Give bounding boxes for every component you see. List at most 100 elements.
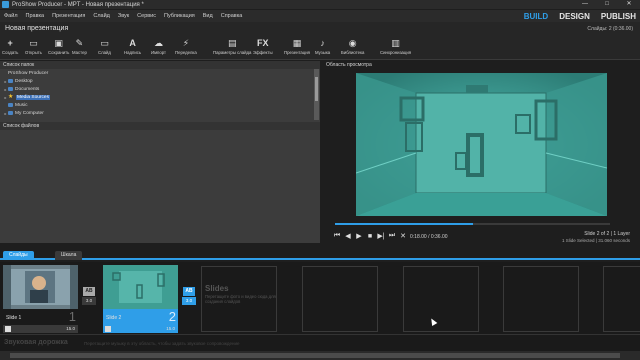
folder-item[interactable]: ▸ Desktop — [0, 77, 320, 85]
preview-header: Область просмотра — [323, 61, 640, 69]
menu-show[interactable]: Презентация — [48, 13, 89, 19]
mode-switcher: BUILD DESIGN PUBLISH — [524, 10, 636, 22]
menu-audio[interactable]: Звук — [114, 13, 133, 19]
minimize-button[interactable]: — — [574, 0, 596, 9]
menu-view[interactable]: Вид — [199, 13, 217, 19]
menu-slide[interactable]: Слайд — [89, 13, 114, 19]
close-button[interactable]: ✕ — [618, 0, 640, 9]
toolbar-label: Создать — [2, 50, 19, 55]
slide-card-2[interactable]: Slide 2 2 15.0 — [103, 265, 178, 333]
music-icon: ♪ — [320, 38, 325, 48]
folder-label: ProShow Producer — [8, 70, 49, 76]
slides-hint-title: Slides — [205, 284, 229, 293]
slide-duration-2[interactable]: 15.0 — [166, 326, 175, 331]
transition-duration-1[interactable]: 3.0 — [82, 297, 96, 305]
mode-build[interactable]: BUILD — [524, 12, 548, 21]
menu-publish[interactable]: Публикация — [160, 13, 199, 19]
toolbar-slide-options-button[interactable]: ▤ Параметры слайда — [213, 37, 251, 56]
wizard-icon: ✎ — [75, 37, 84, 48]
toolbar-remix-button[interactable]: ⚡ Переделка — [175, 37, 197, 56]
soundtrack-hint: Перетащите музыку в эту область, чтобы з… — [84, 341, 240, 346]
toolbar-effects-button[interactable]: FX Эффекты — [253, 37, 273, 55]
toolbar-new-button[interactable]: + Создать — [2, 37, 18, 55]
folder-label: Desktop — [15, 78, 33, 84]
tab-timeline[interactable]: Шкала — [55, 251, 83, 260]
new-icon: + — [7, 38, 13, 48]
toolbar-library-button[interactable]: ◉ Библиотека — [341, 37, 364, 56]
slide-duration-bar-1: 15.0 — [3, 325, 78, 333]
title-bar: ProShow Producer - MPT - Новая презентац… — [0, 0, 640, 9]
mode-design[interactable]: DESIGN — [559, 12, 590, 21]
toolbar-wizard-button[interactable]: ✎ Мастер — [72, 37, 87, 56]
folder-item[interactable]: ▸ ★ Media Sources — [0, 93, 320, 101]
mode-publish[interactable]: PUBLISH — [601, 12, 636, 21]
folder-tree: ProShow Producer ▸ Desktop ▸ Documents ▸ ★ Medi… — [0, 69, 320, 117]
step-back-icon[interactable]: ◀ — [344, 232, 352, 240]
empty-slide-slot[interactable] — [603, 266, 640, 332]
menu-file[interactable]: Файл — [0, 13, 22, 19]
menu-help[interactable]: Справка — [217, 13, 247, 19]
toolbar-label: Синхронизация — [380, 50, 412, 55]
skip-end-icon[interactable]: ⏭ — [388, 232, 396, 240]
progress-fill — [335, 223, 473, 225]
show-options-icon: ▦ — [292, 37, 302, 48]
soundtrack-area[interactable]: Звуковая дорожка Перетащите музыку в эту… — [0, 334, 640, 351]
caption-icon: A — [129, 38, 136, 48]
empty-slide-slot[interactable] — [403, 266, 479, 332]
toolbar-label: Сохранить — [48, 50, 70, 55]
toolbar: + Создать ▭ Открыть ▣ Сохранить ✎ Мастер ▭ Слайд A… — [0, 36, 640, 60]
toolbar-slide-button[interactable]: ▭ Слайд — [98, 37, 111, 56]
folder-item[interactable]: ▸ My Computer — [0, 109, 320, 117]
playback-progress[interactable] — [335, 223, 610, 225]
toolbar-sync-button[interactable]: ▥ Синхронизация — [380, 37, 412, 56]
timeline-tabs: Слайды Шкала — [0, 250, 640, 260]
slides-drop-hint: Slides Перетащите фото и видео сюда для … — [205, 284, 277, 304]
toolbar-label: Импорт — [151, 50, 167, 55]
slide-number-2: 2 — [168, 309, 176, 324]
transition-2[interactable]: AB 3.0 — [182, 287, 196, 307]
fullscreen-icon[interactable]: ✕ — [399, 232, 407, 240]
slide-name-2: Slide 2 — [106, 315, 122, 321]
skip-start-icon[interactable]: ⏮ — [333, 232, 341, 240]
maximize-button[interactable]: □ — [596, 0, 618, 9]
effects-icon: FX — [257, 38, 269, 48]
slides-hint-text: Перетащите фото и видео сюда для создани… — [205, 294, 276, 304]
menu-edit[interactable]: Правка — [22, 13, 49, 19]
toolbar-label: Слайд — [98, 50, 111, 55]
slide-number-1: 1 — [68, 309, 76, 324]
play-icon[interactable]: ▶ — [355, 232, 363, 240]
toolbar-open-button[interactable]: ▭ Открыть — [25, 37, 42, 56]
stop-icon[interactable]: ■ — [366, 233, 374, 240]
folder-scrollbar[interactable] — [314, 69, 319, 120]
empty-slide-slot[interactable] — [302, 266, 378, 332]
empty-slide-slot[interactable] — [503, 266, 579, 332]
toolbar-import-button[interactable]: ☁ Импорт — [151, 37, 167, 56]
menu-tools[interactable]: Сервис — [133, 13, 160, 19]
tab-slides[interactable]: Слайды — [3, 251, 34, 260]
folder-icon — [8, 111, 13, 115]
horizontal-scrollbar[interactable] — [0, 351, 640, 360]
toolbar-music-button[interactable]: ♪ Музыка — [315, 37, 330, 55]
folder-item[interactable]: ProShow Producer — [0, 69, 320, 77]
selection-info: 1 Slide Selected | 31.060 seconds — [562, 238, 630, 243]
scroll-thumb[interactable] — [10, 353, 620, 358]
file-list-pane: Список файлов — [0, 122, 320, 243]
slide-play-icon[interactable] — [5, 326, 11, 332]
file-list-header: Список файлов — [0, 122, 320, 130]
toolbar-save-button[interactable]: ▣ Сохранить — [48, 37, 70, 56]
app-icon — [2, 1, 9, 8]
toolbar-show-options-button[interactable]: ▦ Презентация — [284, 37, 310, 56]
folder-item[interactable]: Music — [0, 101, 320, 109]
step-forward-icon[interactable]: ▶| — [377, 232, 385, 240]
preview-frame[interactable] — [356, 73, 607, 216]
folder-item[interactable]: ▸ Documents — [0, 85, 320, 93]
slide-duration-1[interactable]: 15.0 — [66, 326, 75, 331]
slide-card-1[interactable]: Slide 1 1 15.0 — [3, 265, 78, 333]
slide-duration-bar-2: 15.0 — [103, 325, 178, 333]
slide-play-icon[interactable] — [105, 326, 111, 332]
scroll-thumb[interactable] — [315, 77, 318, 101]
transition-1[interactable]: AB 3.0 — [82, 287, 96, 307]
transition-duration-2[interactable]: 3.0 — [182, 297, 196, 305]
toolbar-caption-button[interactable]: A Надпись — [124, 37, 141, 55]
library-icon: ◉ — [348, 37, 357, 48]
